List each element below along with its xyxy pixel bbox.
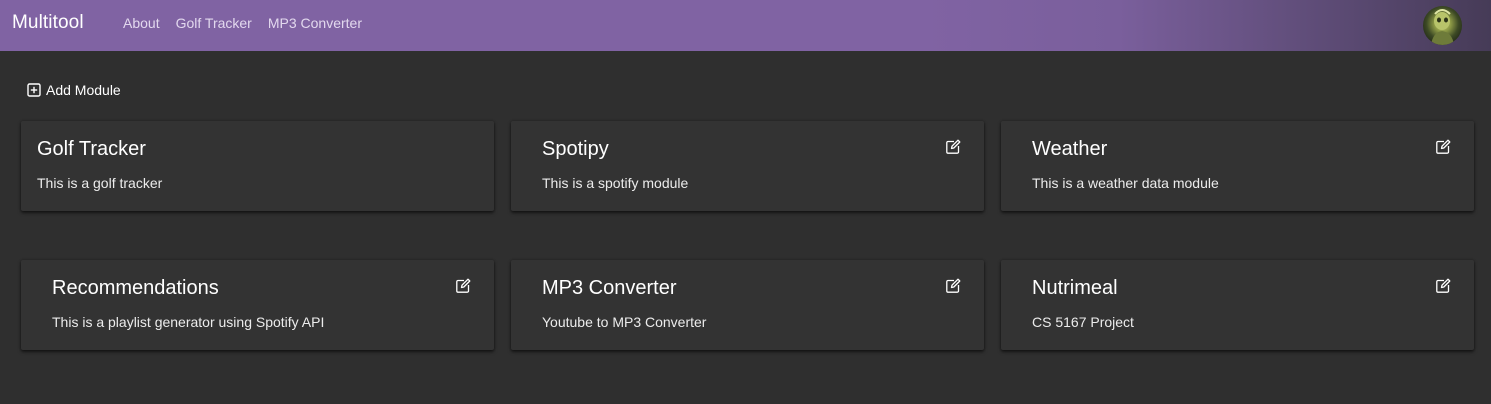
plus-square-icon — [27, 83, 41, 97]
nav-links: About Golf Tracker MP3 Converter — [123, 15, 378, 31]
module-description: Youtube to MP3 Converter — [542, 314, 707, 330]
edit-icon[interactable] — [945, 139, 961, 155]
nav-link-mp3-converter[interactable]: MP3 Converter — [268, 15, 362, 31]
top-navbar: Multitool About Golf Tracker MP3 Convert… — [0, 0, 1491, 51]
module-card-spotipy[interactable]: Spotipy This is a spotify module — [511, 121, 984, 211]
add-module-button[interactable]: Add Module — [27, 82, 121, 98]
module-description: This is a weather data module — [1032, 175, 1219, 191]
module-description: This is a spotify module — [542, 175, 689, 191]
module-title: Golf Tracker — [37, 138, 146, 160]
module-card-mp3-converter[interactable]: MP3 Converter Youtube to MP3 Converter — [511, 260, 984, 350]
module-title: Spotipy — [542, 138, 609, 160]
edit-icon[interactable] — [945, 278, 961, 294]
module-description: CS 5167 Project — [1032, 314, 1134, 330]
nav-link-golf-tracker[interactable]: Golf Tracker — [176, 15, 252, 31]
module-card-golf-tracker[interactable]: Golf Tracker This is a golf tracker — [21, 121, 494, 211]
nav-link-about[interactable]: About — [123, 15, 160, 31]
module-card-weather[interactable]: Weather This is a weather data module — [1001, 121, 1474, 211]
module-title: MP3 Converter — [542, 277, 677, 299]
user-avatar[interactable] — [1423, 6, 1462, 45]
brand-title[interactable]: Multitool — [12, 12, 84, 34]
module-card-recommendations[interactable]: Recommendations This is a playlist gener… — [21, 260, 494, 350]
module-description: This is a playlist generator using Spoti… — [52, 314, 325, 330]
edit-icon[interactable] — [455, 278, 471, 294]
module-title: Nutrimeal — [1032, 277, 1118, 299]
module-description: This is a golf tracker — [37, 175, 163, 191]
edit-icon[interactable] — [1435, 278, 1451, 294]
module-card-nutrimeal[interactable]: Nutrimeal CS 5167 Project — [1001, 260, 1474, 350]
module-title: Recommendations — [52, 277, 219, 299]
module-title: Weather — [1032, 138, 1108, 160]
add-module-label: Add Module — [46, 82, 121, 98]
edit-icon[interactable] — [1435, 139, 1451, 155]
